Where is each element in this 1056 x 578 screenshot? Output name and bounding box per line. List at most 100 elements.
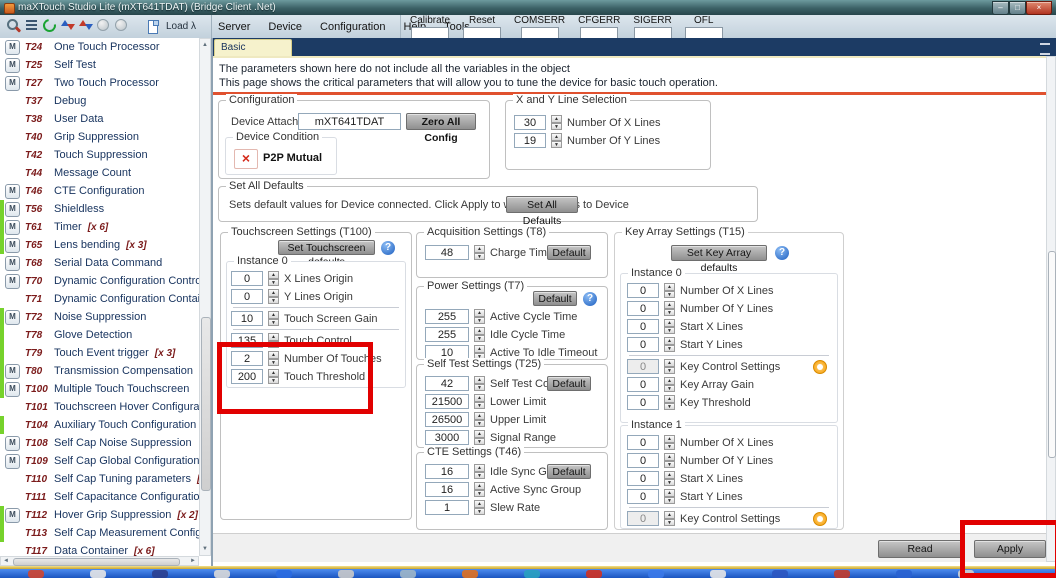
search-icon[interactable] <box>5 17 21 33</box>
taskbar-icon[interactable] <box>90 570 106 578</box>
value-input[interactable]: 0 <box>627 337 659 352</box>
indicator-cfgerr[interactable]: CFGERR <box>578 15 620 39</box>
zero-all-config-button[interactable]: Zero All Config <box>406 113 476 130</box>
value-input[interactable]: 16 <box>425 464 469 479</box>
mutual-object-icon[interactable]: M <box>5 184 20 199</box>
tree-item-t104[interactable]: MT104Auxiliary Touch Configuration <box>0 416 199 434</box>
windows-taskbar[interactable] <box>0 569 1056 578</box>
taskbar-icon[interactable] <box>834 570 850 578</box>
scroll-down-icon[interactable]: ▼ <box>200 544 210 554</box>
spinner-buttons[interactable]: ▲▼ <box>664 283 675 298</box>
taskbar-icon[interactable] <box>896 570 912 578</box>
tree-item-t38[interactable]: MT38User Data <box>0 110 199 128</box>
tree-item-t71[interactable]: MT71Dynamic Configuration Container <box>0 290 199 308</box>
spinner-buttons[interactable]: ▲▼ <box>664 453 675 468</box>
apply-button[interactable]: Apply <box>974 540 1046 558</box>
value-input[interactable]: 0 <box>627 395 659 410</box>
tab-strip-menu-icon[interactable] <box>1040 43 1050 55</box>
taskbar-icon[interactable] <box>400 570 416 578</box>
taskbar-icon[interactable] <box>958 570 974 578</box>
spinner-buttons[interactable]: ▲▼ <box>664 377 675 392</box>
touchscreen-help-icon[interactable]: ? <box>381 241 395 255</box>
spinner-buttons[interactable]: ▲▼ <box>268 351 279 366</box>
tree-hscrollbar-thumb[interactable] <box>13 558 180 566</box>
spinner-buttons[interactable]: ▲▼ <box>664 337 675 352</box>
keyarray-help-icon[interactable]: ? <box>775 246 789 260</box>
spinner-buttons[interactable]: ▲▼ <box>551 115 562 130</box>
read-button[interactable]: Read <box>878 540 962 558</box>
spinner-buttons[interactable]: ▲▼ <box>551 133 562 148</box>
value-input[interactable]: 0 <box>627 283 659 298</box>
tree-horizontal-scrollbar[interactable]: ◄ ► <box>0 556 199 566</box>
power-default-button[interactable]: Default <box>533 291 577 306</box>
taskbar-icon[interactable] <box>276 570 292 578</box>
taskbar-icon[interactable] <box>524 570 540 578</box>
tree-item-t27[interactable]: MT27Two Touch Processor <box>0 74 199 92</box>
parameter-list-icon[interactable] <box>23 17 39 33</box>
tree-item-t109[interactable]: MT109Self Cap Global Configuration <box>0 452 199 470</box>
spinner-buttons[interactable]: ▲▼ <box>664 319 675 334</box>
taskbar-icon[interactable] <box>338 570 354 578</box>
tree-scrollbar-thumb[interactable] <box>201 317 211 491</box>
spinner-buttons[interactable]: ▲▼ <box>474 464 485 479</box>
sort-descending-icon[interactable] <box>77 17 93 33</box>
tree-item-t65[interactable]: MT65Lens bending[x 3] <box>0 236 199 254</box>
default-button[interactable]: Default <box>547 464 591 479</box>
value-input[interactable]: 2 <box>231 351 263 366</box>
value-input[interactable]: 255 <box>425 327 469 342</box>
mutual-object-icon[interactable]: M <box>5 274 20 289</box>
device-attached-field[interactable]: mXT641TDAT <box>298 113 401 130</box>
indicator-calibrate[interactable]: Calibrate <box>410 15 450 39</box>
spinner-buttons[interactable]: ▲▼ <box>474 394 485 409</box>
tree-item-t40[interactable]: MT40Grip Suppression <box>0 128 199 146</box>
value-input[interactable]: 26500 <box>425 412 469 427</box>
spinner-buttons[interactable]: ▲▼ <box>474 412 485 427</box>
indicator-comserr[interactable]: COMSERR <box>514 15 565 39</box>
tree-item-t117[interactable]: MT117Data Container[x 6] <box>0 542 199 556</box>
value-input[interactable]: 0 <box>231 289 263 304</box>
tree-item-t68[interactable]: MT68Serial Data Command <box>0 254 199 272</box>
tree-vertical-scrollbar[interactable]: ▲ ▼ <box>199 38 211 556</box>
scroll-right-icon[interactable]: ► <box>189 557 197 566</box>
spinner-buttons[interactable]: ▲▼ <box>268 333 279 348</box>
value-input[interactable]: 0 <box>627 453 659 468</box>
set-touchscreen-defaults-button[interactable]: Set Touchscreen defaults <box>278 240 375 255</box>
taskbar-icon[interactable] <box>586 570 602 578</box>
tree-item-t25[interactable]: MT25Self Test <box>0 56 199 74</box>
gear-icon[interactable] <box>813 360 827 374</box>
main-vertical-scrollbar[interactable] <box>1046 56 1056 562</box>
tab-basic-settings[interactable]: Basic Settings× <box>214 39 292 56</box>
tree-item-t80[interactable]: MT80Transmission Compensation <box>0 362 199 380</box>
mutual-object-icon[interactable]: M <box>5 76 20 91</box>
mutual-object-icon[interactable]: M <box>5 310 20 325</box>
value-input[interactable]: 255 <box>425 309 469 324</box>
tree-item-t61[interactable]: MT61Timer[x 6] <box>0 218 199 236</box>
mutual-object-icon[interactable]: M <box>5 454 20 469</box>
taskbar-icon[interactable] <box>152 570 168 578</box>
set-all-defaults-button[interactable]: Set All Defaults <box>506 196 578 213</box>
value-input[interactable]: 0 <box>627 489 659 504</box>
scroll-up-icon[interactable]: ▲ <box>200 40 210 50</box>
spinner-buttons[interactable]: ▲▼ <box>474 245 485 260</box>
spinner-buttons[interactable]: ▲▼ <box>268 369 279 384</box>
taskbar-icon[interactable] <box>28 570 44 578</box>
spinner-buttons[interactable]: ▲▼ <box>664 359 675 374</box>
mutual-object-icon[interactable]: M <box>5 256 20 271</box>
tree-item-t110[interactable]: MT110Self Cap Tuning parameters[x 9] <box>0 470 199 488</box>
menu-device[interactable]: Device <box>268 21 302 33</box>
spinner-buttons[interactable]: ▲▼ <box>268 311 279 326</box>
tree-item-t113[interactable]: MT113Self Cap Measurement Configuration <box>0 524 199 542</box>
spinner-buttons[interactable]: ▲▼ <box>474 430 485 445</box>
tree-item-t112[interactable]: MT112Hover Grip Suppression[x 2] <box>0 506 199 524</box>
spinner-buttons[interactable]: ▲▼ <box>664 511 675 526</box>
tree-item-t24[interactable]: MT24One Touch Processor <box>0 38 199 56</box>
spinner-buttons[interactable]: ▲▼ <box>664 471 675 486</box>
mutual-object-icon[interactable]: M <box>5 436 20 451</box>
taskbar-icon[interactable] <box>648 570 664 578</box>
value-input[interactable]: 30 <box>514 115 546 130</box>
taskbar-icon[interactable] <box>462 570 478 578</box>
minimize-button[interactable]: – <box>992 1 1009 15</box>
default-button[interactable]: Default <box>547 376 591 391</box>
spinner-buttons[interactable]: ▲▼ <box>474 500 485 515</box>
history-forward-icon[interactable] <box>113 17 129 33</box>
